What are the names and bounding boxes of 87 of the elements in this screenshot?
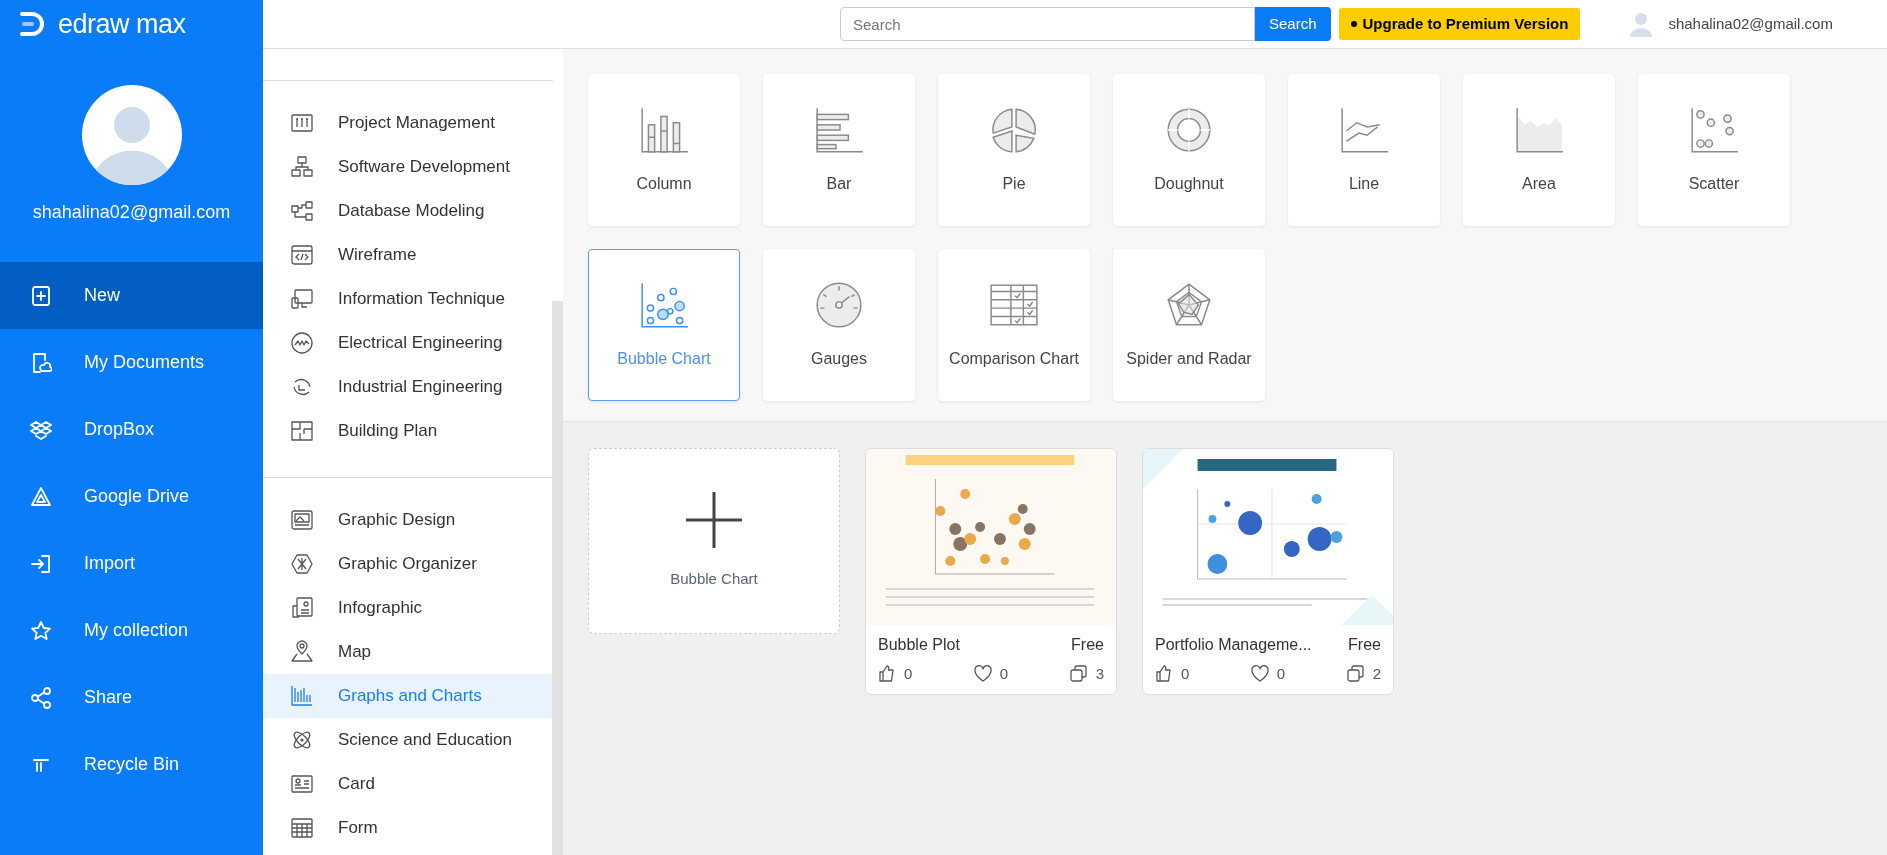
category-item[interactable]: Information Technique xyxy=(263,277,553,321)
waveform-icon xyxy=(290,331,314,355)
template-card[interactable]: Portfolio Manageme... Free 0 0 2 xyxy=(1142,448,1394,695)
favorite-count: 0 xyxy=(1276,664,1286,684)
category-item[interactable]: Database Modeling xyxy=(263,189,553,233)
bullet-icon xyxy=(1350,21,1357,27)
template-card[interactable]: Bubble Plot Free 0 0 3 xyxy=(865,448,1117,695)
table-icon xyxy=(290,816,314,840)
connected-boxes-icon xyxy=(290,199,314,223)
category-item[interactable]: Infographic xyxy=(263,586,553,630)
like-count: 0 xyxy=(1181,664,1190,684)
chart-type-card[interactable]: Spider and Radar xyxy=(1113,249,1265,401)
user-email: shahalina02@gmail.com xyxy=(1668,13,1833,34)
chart-type-card[interactable]: Column xyxy=(588,74,740,226)
plus-icon xyxy=(686,491,742,548)
chart-type-card[interactable]: Bar xyxy=(763,74,915,226)
category-item[interactable]: Map xyxy=(263,630,553,674)
nav-item[interactable]: Import xyxy=(0,530,263,597)
hexagon-icon xyxy=(290,552,314,576)
chart-type-card[interactable]: Area xyxy=(1463,74,1615,226)
chart-type-card[interactable]: Doughnut xyxy=(1113,74,1265,226)
logo-icon xyxy=(18,10,46,38)
nav-item[interactable]: Google Drive xyxy=(0,463,263,530)
favorite-count: 0 xyxy=(999,664,1009,684)
template-title: Bubble Plot xyxy=(878,635,960,655)
map-pin-icon xyxy=(290,640,314,664)
picture-frame-icon xyxy=(290,508,314,532)
thumbs-up-icon xyxy=(1155,665,1173,684)
document-cloud-icon xyxy=(30,351,52,374)
category-item[interactable]: Form xyxy=(263,806,553,850)
nav-item[interactable]: New xyxy=(0,262,263,329)
heart-icon xyxy=(1250,665,1269,684)
category-item[interactable]: Graphic Organizer xyxy=(263,542,553,586)
devices-icon xyxy=(290,287,314,311)
chart-type-card[interactable]: Gauges xyxy=(763,249,915,401)
thumbs-up-icon xyxy=(878,665,896,684)
chart-type-card[interactable]: Comparison Chart xyxy=(938,249,1090,401)
price-label: Free xyxy=(1348,635,1381,655)
scrollbar[interactable] xyxy=(552,301,563,855)
gauge-icon xyxy=(813,279,865,331)
copy-count: 3 xyxy=(1095,664,1104,684)
app-logo-text: edraw max xyxy=(58,7,186,41)
import-icon xyxy=(30,552,52,575)
copy-count: 2 xyxy=(1372,664,1381,684)
triangle-icon xyxy=(30,485,52,508)
category-item[interactable]: Software Development xyxy=(263,145,553,189)
template-title: Portfolio Manageme... xyxy=(1155,635,1312,655)
nav-item[interactable]: My collection xyxy=(0,597,263,664)
floor-plan-icon xyxy=(290,419,314,443)
search-field[interactable]: Search xyxy=(840,7,1255,41)
category-item[interactable]: Project Management xyxy=(263,101,553,145)
category-item[interactable]: Wireframe xyxy=(263,233,553,277)
search-button[interactable]: Search xyxy=(1255,7,1331,41)
chart-type-card[interactable]: Pie xyxy=(938,74,1090,226)
category-item[interactable]: Graphic Design xyxy=(263,498,553,542)
chart-type-card[interactable]: Line xyxy=(1288,74,1440,226)
new-chart-card[interactable]: Bubble Chart xyxy=(588,448,840,634)
like-count: 0 xyxy=(904,664,913,684)
category-item[interactable]: Graphs and Charts xyxy=(263,674,553,718)
file-plus-icon xyxy=(30,284,52,307)
category-item[interactable]: Building Plan xyxy=(263,409,553,453)
heart-icon xyxy=(973,665,992,684)
nav-item[interactable]: DropBox xyxy=(0,396,263,463)
nav-item[interactable]: Recycle Bin xyxy=(0,731,263,798)
infographic-icon xyxy=(290,596,314,620)
user-email: shahalina02@gmail.com xyxy=(31,201,232,224)
upgrade-button[interactable]: Upgrade to Premium Version xyxy=(1338,8,1581,40)
user-avatar-icon xyxy=(1628,11,1655,37)
star-icon xyxy=(30,619,52,642)
bar-chart-icon xyxy=(290,684,314,708)
dropbox-icon xyxy=(30,418,52,441)
kanban-icon xyxy=(290,111,314,135)
category-item[interactable]: Electrical Engineering xyxy=(263,321,553,365)
avatar-icon xyxy=(81,85,182,185)
nav-item[interactable]: Share xyxy=(0,664,263,731)
category-item[interactable]: Science and Education xyxy=(263,718,553,762)
category-item[interactable]: Card xyxy=(263,762,553,806)
copy-icon xyxy=(1069,665,1088,684)
id-card-icon xyxy=(290,772,314,796)
share-icon xyxy=(30,686,52,709)
nav-item[interactable]: My Documents xyxy=(0,329,263,396)
code-window-icon xyxy=(290,243,314,267)
price-label: Free xyxy=(1071,635,1104,655)
hierarchy-icon xyxy=(290,155,314,179)
copy-icon xyxy=(1346,665,1365,684)
category-item[interactable]: Industrial Engineering xyxy=(263,365,553,409)
chart-type-card[interactable]: Scatter xyxy=(1638,74,1790,226)
